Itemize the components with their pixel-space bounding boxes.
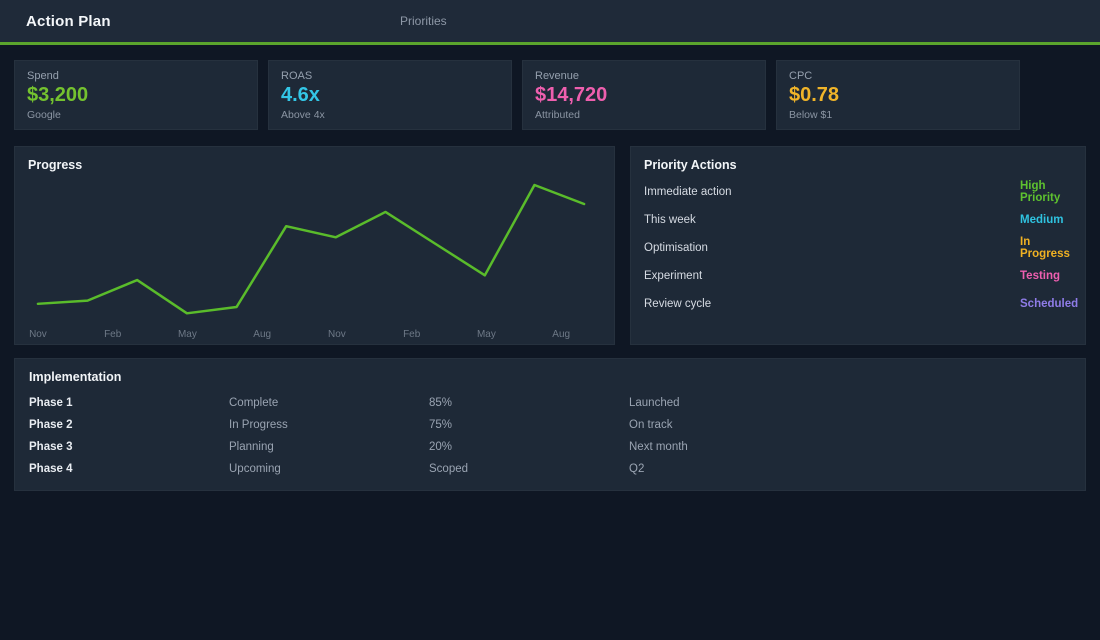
priority-label: Immediate action	[644, 186, 732, 198]
priority-row: Experiment Testing	[644, 262, 1065, 290]
x-axis-tick-label: Nov	[29, 329, 47, 340]
kpi-label: CPC	[789, 70, 813, 82]
table-row: Phase 3 Planning 20% Next month	[27, 436, 1073, 458]
phase-note: On track	[629, 419, 673, 431]
kpi-card-spend: Spend $3,200 Google	[14, 60, 258, 130]
phase-status: Complete	[229, 397, 279, 409]
phase-status: Upcoming	[229, 463, 281, 475]
priority-row: This week Medium	[644, 206, 1065, 234]
priority-row: Optimisation In Progress	[644, 234, 1070, 262]
x-axis-tick-label: Aug	[253, 329, 271, 340]
x-axis-tick-label: May	[178, 329, 197, 340]
phase-status: In Progress	[229, 419, 288, 431]
priority-status-badge: In Progress	[1020, 236, 1070, 260]
phase-status: Planning	[229, 441, 274, 453]
kpi-label: ROAS	[281, 70, 313, 82]
middle-row: Progress Nov Feb May Aug Nov Feb May Aug Priori…	[14, 146, 1086, 345]
priority-label: Optimisation	[644, 242, 708, 254]
phase-metric: 85%	[429, 397, 453, 409]
kpi-label: Revenue	[535, 70, 580, 82]
priority-label: Review cycle	[644, 298, 712, 310]
phase-name: Phase 1	[29, 397, 73, 409]
page-title: Action Plan	[26, 12, 111, 30]
kpi-sublabel: Above 4x	[281, 109, 325, 121]
kpi-card-cpc: CPC $0.78 Below $1	[776, 60, 1020, 130]
phase-metric: 75%	[429, 419, 453, 431]
priority-row: Immediate action High Priority	[644, 178, 1065, 206]
kpi-sublabel: Attributed	[535, 109, 580, 121]
phase-metric: 20%	[429, 441, 453, 453]
priority-panel-title: Priority Actions	[644, 158, 737, 172]
app-header: Action Plan Priorities	[0, 0, 1100, 45]
progress-chart-panel: Progress Nov Feb May Aug Nov Feb May Aug	[14, 146, 615, 345]
priority-status-badge: Testing	[1020, 270, 1061, 282]
kpi-cards-row: Spend $3,200 Google ROAS 4.6x Above 4x R…	[14, 60, 1020, 130]
kpi-card-roas: ROAS 4.6x Above 4x	[268, 60, 512, 130]
chart-title: Progress	[28, 158, 83, 172]
x-axis-tick-label: Feb	[104, 329, 122, 340]
implementation-title: Implementation	[29, 370, 122, 384]
kpi-value: 4.6x	[281, 84, 320, 106]
kpi-value: $14,720	[535, 84, 608, 106]
priority-status-badge: Medium	[1020, 214, 1064, 226]
phase-note: Q2	[629, 463, 645, 475]
kpi-value: $0.78	[789, 84, 840, 106]
phase-name: Phase 4	[29, 463, 73, 475]
table-row: Phase 2 In Progress 75% On track	[27, 414, 1073, 436]
kpi-sublabel: Google	[27, 109, 61, 121]
kpi-card-revenue: Revenue $14,720 Attributed	[522, 60, 766, 130]
x-axis-tick-label: Aug	[552, 329, 570, 340]
priority-row: Review cycle Scheduled	[644, 290, 1078, 318]
kpi-label: Spend	[27, 70, 59, 82]
phase-note: Next month	[629, 441, 688, 453]
priority-status-badge: Scheduled	[1020, 298, 1079, 310]
phase-name: Phase 3	[29, 441, 73, 453]
kpi-sublabel: Below $1	[789, 109, 833, 121]
x-axis-tick-label: Feb	[403, 329, 421, 340]
phase-name: Phase 2	[29, 419, 73, 431]
progress-line-chart: Nov Feb May Aug Nov Feb May Aug	[29, 183, 586, 340]
x-axis-tick-label: May	[477, 329, 496, 340]
kpi-value: $3,200	[27, 84, 89, 106]
priority-label: This week	[644, 214, 696, 226]
progress-line-series	[36, 183, 586, 315]
table-row: Phase 4 Upcoming Scoped Q2	[27, 458, 1073, 480]
implementation-panel: Implementation Phase 1 Complete 85% Laun…	[14, 358, 1086, 491]
phase-note: Launched	[629, 397, 680, 409]
x-axis-tick-label: Nov	[328, 329, 346, 340]
priority-actions-panel: Priority Actions Immediate action High P…	[630, 146, 1086, 345]
phase-metric: Scoped	[429, 463, 469, 475]
nav-item-priorities[interactable]: Priorities	[400, 0, 447, 42]
priority-status-badge: High Priority	[1020, 180, 1061, 204]
priority-label: Experiment	[644, 270, 703, 282]
table-row: Phase 1 Complete 85% Launched	[27, 392, 1073, 414]
